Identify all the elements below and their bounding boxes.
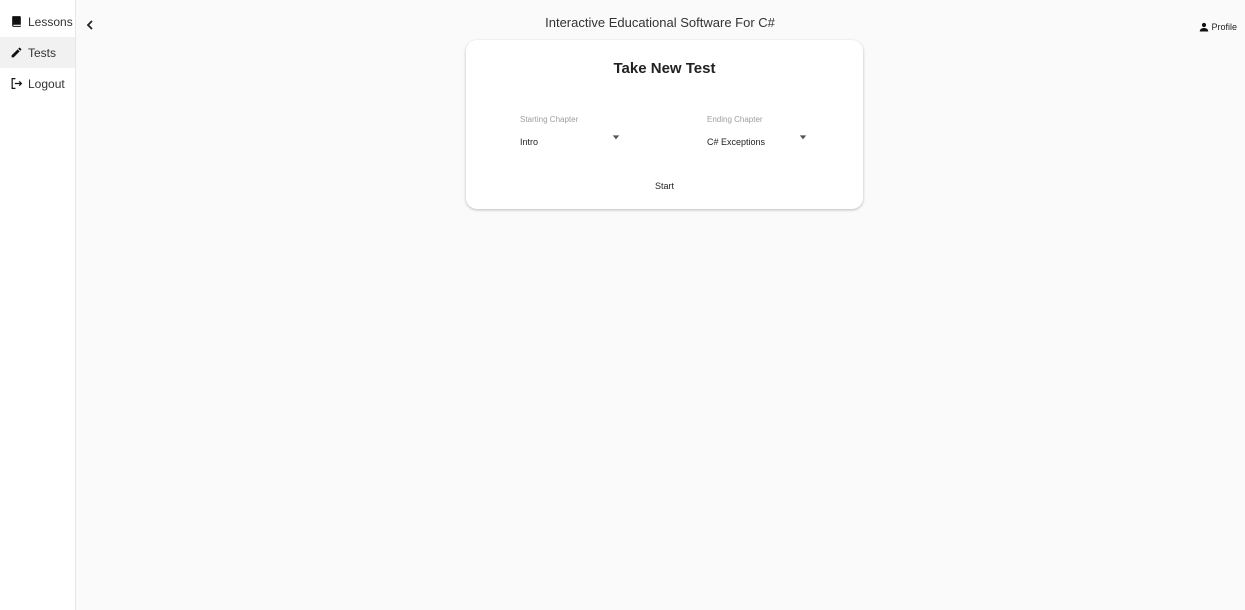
sidebar-item-tests[interactable]: Tests xyxy=(0,37,75,68)
sidebar-item-logout[interactable]: Logout xyxy=(0,68,75,99)
dropdown-arrow-icon xyxy=(612,133,620,141)
card-title: Take New Test xyxy=(613,60,716,77)
starting-chapter-select[interactable]: Intro xyxy=(520,135,620,149)
collapse-sidebar-button[interactable] xyxy=(84,18,96,32)
app-root: Lessons Tests Logout Interactive Educati… xyxy=(0,0,1245,610)
book-icon xyxy=(10,15,23,28)
dropdown-arrow-icon xyxy=(799,133,807,141)
take-test-card: Take New Test Starting Chapter Intro End… xyxy=(466,40,863,209)
sidebar-item-label: Tests xyxy=(28,45,57,60)
start-button[interactable]: Start xyxy=(636,178,693,194)
ending-chapter-field: Ending Chapter C# Exceptions xyxy=(707,115,807,149)
person-icon xyxy=(1200,22,1209,32)
pencil-icon xyxy=(10,46,23,59)
sidebar-item-label: Lessons xyxy=(28,14,73,29)
starting-chapter-field: Starting Chapter Intro xyxy=(520,115,620,149)
ending-chapter-label: Ending Chapter xyxy=(707,115,763,124)
sidebar-item-label: Logout xyxy=(28,76,65,91)
profile-button[interactable]: Profile xyxy=(1198,21,1237,33)
logout-icon xyxy=(10,77,23,90)
app-title: Interactive Educational Software For C# xyxy=(545,15,775,30)
starting-chapter-value: Intro xyxy=(520,137,539,147)
sidebar: Lessons Tests Logout xyxy=(0,0,76,610)
starting-chapter-label: Starting Chapter xyxy=(520,115,579,124)
chevron-left-icon xyxy=(86,20,93,30)
sidebar-item-lessons[interactable]: Lessons xyxy=(0,6,75,37)
profile-label: Profile xyxy=(1211,22,1237,32)
ending-chapter-value: C# Exceptions xyxy=(707,137,766,147)
ending-chapter-select[interactable]: C# Exceptions xyxy=(707,135,807,149)
